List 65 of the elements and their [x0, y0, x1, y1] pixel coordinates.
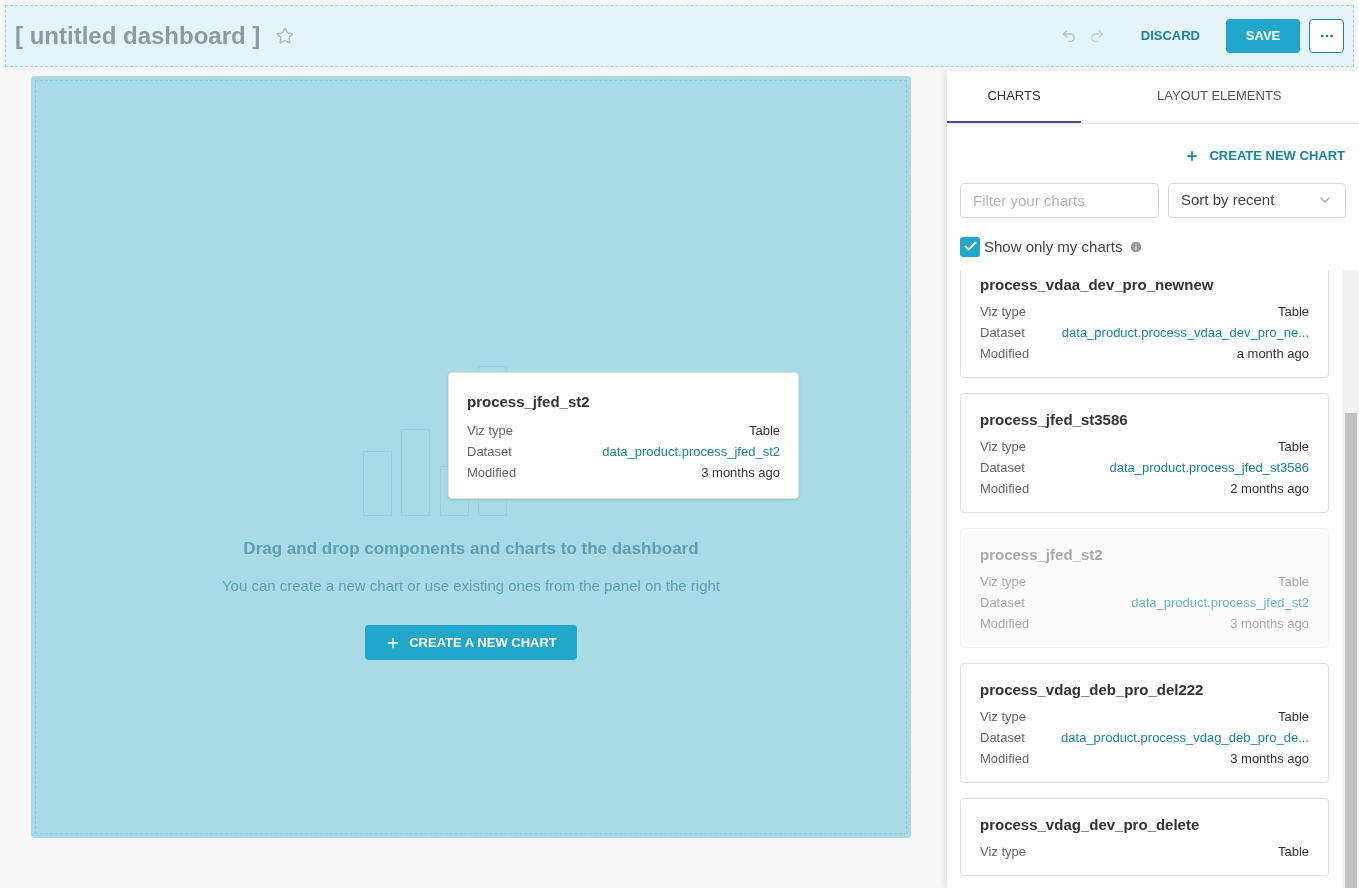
field-label: Modified	[467, 463, 517, 482]
chart-card[interactable]: process_vdag_dev_pro_delete Viz type Table	[960, 798, 1329, 876]
dataset-link[interactable]: data_product.process_vdaa_dev_pro_ne...	[1061, 324, 1309, 342]
dataset-link[interactable]: data_product.process_jfed_st2	[1131, 594, 1309, 612]
dashboard-title[interactable]: [ untitled dashboard ]	[15, 18, 261, 54]
field-value: Table	[1277, 708, 1309, 726]
dataset-link[interactable]: data_product.process_jfed_st2	[602, 442, 780, 461]
save-button[interactable]: SAVE	[1226, 19, 1300, 53]
create-new-chart-link[interactable]: CREATE NEW CHART	[1185, 146, 1345, 166]
chart-card[interactable]: process_jfed_st2 Viz type Table Dataset data_product.process_jfed_st2 Modified 3 months ago	[960, 528, 1329, 648]
field-label: Modified	[980, 480, 1030, 498]
field-label: Modified	[980, 750, 1030, 768]
chart-card[interactable]: process_vdag_deb_pro_del222 Viz type Table Dataset data_product.process_vdag_deb_pro_de... Modified 3 months ago	[960, 663, 1329, 783]
field-value: Table	[1277, 573, 1309, 591]
field-label: Dataset	[980, 729, 1025, 747]
field-label: Dataset	[980, 324, 1025, 342]
filter-field[interactable]: Filter your charts	[960, 182, 1159, 218]
star-icon[interactable]	[276, 27, 295, 45]
panel-tab[interactable]: CHARTS	[947, 71, 1081, 123]
scrollbar-thumb[interactable]	[1345, 413, 1357, 888]
dragged-chart-card[interactable]: process_jfed_st2 Viz type Table Dataset data_product.process_jfed_st2 Modified 3 months ago	[448, 372, 799, 499]
field-value: 3 months ago	[1230, 750, 1309, 768]
chart-title: process_vdag_dev_pro_delete	[980, 815, 1201, 835]
sort-select[interactable]: Sort by recent	[1168, 182, 1346, 218]
chart-card[interactable]: process_vdaa_dev_pro_newnew Viz type Table Dataset data_product.process_vdaa_dev_pro_ne... Modified a month ago	[960, 270, 1329, 378]
chart-card[interactable]: process_jfed_st3586 Viz type Table Dataset data_product.process_jfed_st3586 Modified 2 months ago	[960, 393, 1329, 513]
field-label: Viz type	[980, 843, 1026, 861]
field-value: Table	[1277, 303, 1309, 321]
field-value: Table	[1277, 843, 1309, 861]
field-value: 2 months ago	[1230, 480, 1309, 498]
redo-icon[interactable]	[1088, 28, 1105, 44]
field-label: Dataset	[980, 459, 1025, 477]
empty-state-title: Drag and drop components and charts to the dashboard	[243, 538, 699, 560]
field-label: Viz type	[980, 708, 1026, 726]
panel-tab[interactable]: LAYOUT ELEMENTS	[1081, 71, 1358, 123]
field-label: Viz type	[980, 303, 1026, 321]
chart-title: process_jfed_st2	[980, 545, 1104, 565]
plus-icon	[1185, 148, 1200, 163]
discard-button[interactable]: DISCARD	[1128, 19, 1212, 53]
chart-title: process_jfed_st2	[467, 392, 591, 412]
info-icon	[1129, 239, 1144, 254]
chart-title: process_jfed_st3586	[980, 410, 1129, 430]
empty-state-text: You can create a new chart or use existing ones from the panel on the right	[221, 575, 721, 596]
field-label: Modified	[980, 345, 1030, 363]
dataset-link[interactable]: data_product.process_jfed_st3586	[1109, 459, 1309, 477]
field-label: Modified	[980, 615, 1030, 633]
field-value: 3 months ago	[701, 463, 780, 482]
undo-icon[interactable]	[1060, 28, 1077, 44]
field-label: Viz type	[980, 438, 1026, 456]
more-button[interactable]	[1309, 19, 1344, 53]
field-label: Dataset	[980, 594, 1025, 612]
field-value: 3 months ago	[1230, 615, 1309, 633]
field-label: Dataset	[467, 442, 512, 461]
checkbox-label: Show only my charts	[984, 236, 1123, 257]
chart-title: process_vdaa_dev_pro_newnew	[980, 275, 1215, 295]
field-value: a month ago	[1236, 345, 1309, 363]
field-label: Viz type	[980, 573, 1026, 591]
field-value: Table	[1277, 438, 1309, 456]
scrollbar[interactable]	[1343, 270, 1359, 888]
field-value: Table	[748, 421, 780, 440]
dataset-link[interactable]: data_product.process_vdag_deb_pro_de...	[1061, 729, 1309, 747]
checkbox[interactable]	[960, 236, 980, 257]
create-chart-button[interactable]: CREATE A NEW CHART	[365, 625, 577, 660]
chart-title: process_vdag_deb_pro_del222	[980, 680, 1205, 700]
field-label: Viz type	[467, 421, 513, 440]
